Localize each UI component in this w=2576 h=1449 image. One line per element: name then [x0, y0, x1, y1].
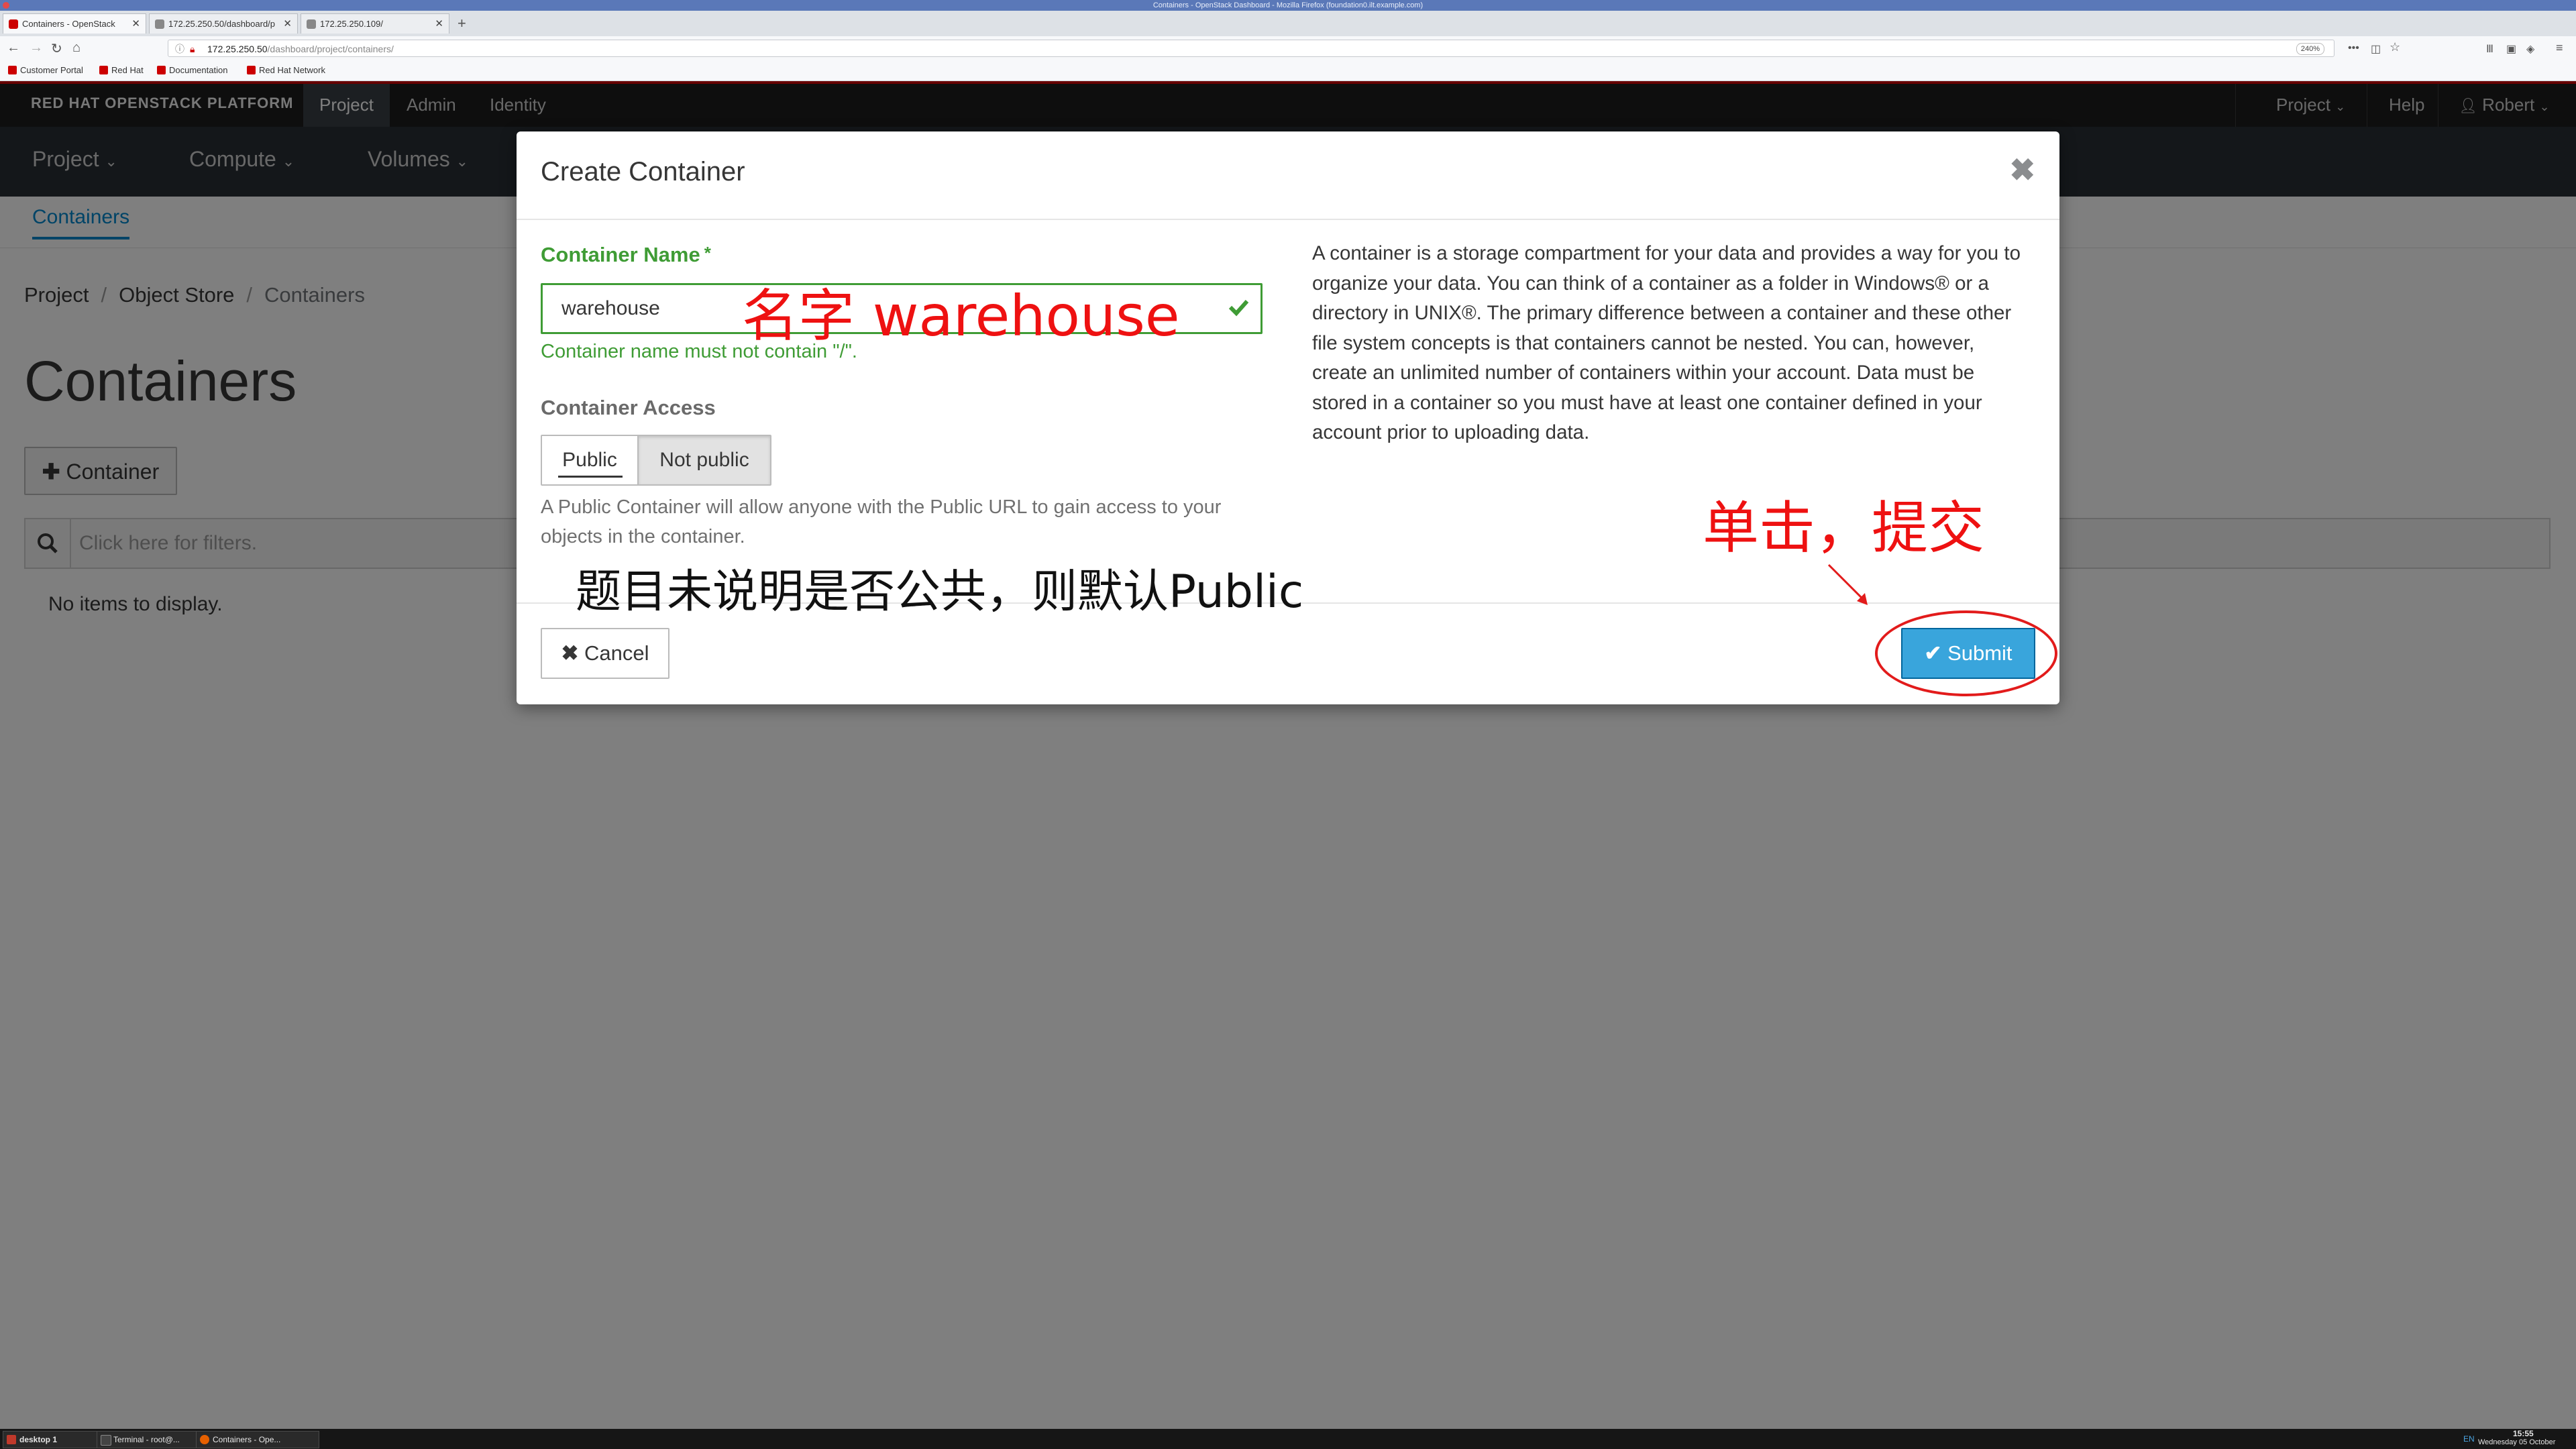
annotation-name-note: 名字 warehouse [742, 283, 1180, 349]
cancel-label: Cancel [584, 641, 649, 665]
home-icon[interactable]: ⌂ [72, 40, 80, 56]
annotation-submit-ring [1875, 610, 2057, 696]
browser-tab-label: Containers - OpenStack [22, 19, 115, 29]
desktop-icon [7, 1435, 16, 1444]
zoom-level-badge[interactable]: 240% [2296, 43, 2324, 55]
access-public-label: Public [562, 449, 617, 471]
bookmark-label: Red Hat Network [259, 65, 325, 75]
keyboard-layout[interactable]: EN [2463, 1434, 2475, 1444]
access-public-option[interactable]: Public [541, 435, 639, 486]
modal-header: Create Container ✖ [517, 131, 2059, 220]
bookmark-customer-portal[interactable]: Customer Portal [7, 60, 83, 80]
bookmarks-bar: Customer Portal Red Hat Documentation Re… [0, 60, 2576, 81]
tab-close-icon[interactable]: ✕ [283, 14, 292, 34]
extension-icon[interactable]: ◈ [2526, 42, 2534, 56]
bookmark-red-hat-network[interactable]: Red Hat Network [246, 60, 325, 80]
public-underline [558, 476, 623, 478]
taskbar-terminal[interactable]: Terminal - root@... [97, 1431, 212, 1448]
cancel-x-icon: ✖ [561, 641, 579, 665]
browser-tab-containers[interactable]: Containers - OpenStack ✕ [3, 13, 146, 34]
required-asterisk: * [704, 243, 711, 263]
url-bar[interactable]: ⓘ 🔒︎ 172.25.250.50/dashboard/project/con… [168, 40, 2334, 57]
browser-tab-ip[interactable]: 172.25.250.109/ ✕ [301, 13, 449, 34]
bookmark-label: Red Hat [111, 65, 144, 75]
container-description: A container is a storage compartment for… [1312, 242, 2021, 443]
container-access-label: Container Access [541, 396, 716, 419]
annotation-submit-note: 单击，提交 [1703, 495, 1985, 561]
taskbar-terminal-label: Terminal - root@... [113, 1435, 180, 1444]
url-path: /dashboard/project/containers/ [267, 44, 394, 54]
browser-tab-label: 172.25.250.50/dashboard/p [168, 19, 276, 29]
container-name-label-text: Container Name [541, 243, 700, 266]
reload-icon[interactable]: ↻ [51, 40, 62, 57]
container-name-label: Container Name * [541, 243, 711, 267]
taskbar-firefox-label: Containers - Ope... [213, 1435, 281, 1444]
annotation-arrow-icon [1827, 564, 1868, 605]
page-favicon-icon [307, 19, 316, 29]
valid-check-icon [1228, 300, 1249, 317]
window-title-text: Containers - OpenStack Dashboard - Mozil… [1152, 1, 1424, 9]
bookmark-favicon-icon [99, 66, 108, 74]
access-not-public-label: Not public [659, 449, 749, 471]
new-tab-icon[interactable]: + [458, 15, 466, 32]
taskbar-firefox[interactable]: Containers - Ope... [196, 1431, 319, 1448]
insecure-lock-icon: 🔒︎ [190, 44, 195, 54]
page-favicon-icon [155, 19, 164, 29]
menu-icon[interactable]: ≡ [2556, 41, 2563, 55]
container-access-help: A Public Container will allow anyone wit… [541, 496, 1222, 547]
os-taskbar: desktop 1 Terminal - root@... Containers… [0, 1429, 2576, 1449]
bookmark-favicon-icon [157, 66, 166, 74]
redhat-favicon-icon [9, 19, 18, 29]
clock-date: Wednesday 05 October [2478, 1438, 2556, 1446]
library-icon[interactable]: Ⅲ [2486, 42, 2493, 56]
bookmark-label: Customer Portal [20, 65, 83, 75]
modal-title: Create Container [541, 157, 745, 186]
terminal-icon [101, 1435, 111, 1446]
sidebar-icon[interactable]: ▣ [2506, 42, 2516, 56]
os-window-title: Containers - OpenStack Dashboard - Mozil… [0, 0, 2576, 11]
cancel-button[interactable]: ✖ Cancel [541, 628, 669, 679]
url-host: 172.25.250.50 [207, 44, 268, 54]
bookmark-star-icon[interactable]: ☆ [2390, 40, 2400, 54]
bookmark-red-hat[interactable]: Red Hat [98, 60, 144, 80]
taskbar-desktop-label: desktop 1 [19, 1435, 58, 1444]
firefox-icon [200, 1435, 209, 1444]
bookmark-favicon-icon [8, 66, 17, 74]
browser-tab-label: 172.25.250.109/ [320, 19, 383, 29]
tab-close-icon[interactable]: ✕ [435, 14, 443, 34]
clock-time: 15:55 [2513, 1429, 2534, 1438]
forward-icon[interactable]: → [30, 40, 43, 56]
close-icon[interactable]: ✖ [2009, 152, 2035, 188]
browser-tab-bar: Containers - OpenStack ✕ 172.25.250.50/d… [0, 11, 2576, 37]
back-icon[interactable]: ← [7, 40, 20, 56]
browser-tab-dashboard[interactable]: 172.25.250.50/dashboard/p ✕ [149, 13, 298, 34]
bookmark-documentation[interactable]: Documentation [156, 60, 227, 80]
tab-close-icon[interactable]: ✕ [131, 14, 140, 34]
browser-nav-bar: ← → ↻ ⌂ ⓘ 🔒︎ 172.25.250.50/dashboard/pro… [0, 36, 2576, 61]
bookmark-label: Documentation [169, 65, 228, 75]
info-icon[interactable]: ⓘ [175, 40, 184, 58]
window-close-icon[interactable] [3, 2, 9, 9]
bookmark-favicon-icon [247, 66, 256, 74]
page-actions-icon[interactable]: ••• [2348, 42, 2359, 54]
pocket-icon[interactable]: ◫ [2371, 42, 2381, 56]
access-not-public-option[interactable]: Not public [637, 435, 771, 486]
taskbar-desktop[interactable]: desktop 1 [3, 1431, 106, 1448]
annotation-access-note: 题目未说明是否公共，则默认Public [576, 566, 1304, 619]
